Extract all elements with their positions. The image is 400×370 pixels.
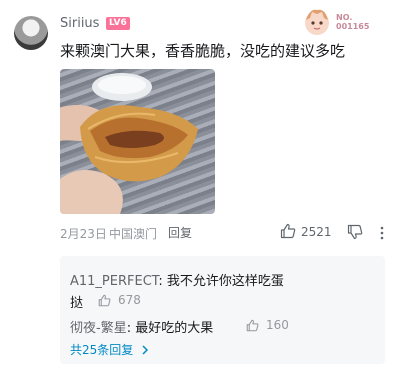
sub-reply-username[interactable]: 彻夜-繁星 — [70, 321, 127, 336]
sub-reply-text: 最好吃的大果 — [135, 321, 214, 336]
chevron-right-icon — [142, 345, 149, 355]
comment-location: 中国澳门 — [109, 227, 158, 241]
comment-username[interactable]: Siriius — [60, 16, 99, 31]
user-avatar[interactable] — [14, 16, 48, 50]
sub-reply-1[interactable]: A11_PERFECT: 我不允许你这样吃蛋 — [70, 270, 284, 289]
sub-reply-text: 挞 — [70, 296, 84, 311]
sub-reply-2[interactable]: 彻夜-繁星: 最好吃的大果 — [70, 317, 213, 336]
thumbs-up-icon[interactable] — [280, 223, 296, 239]
thumbs-up-icon[interactable] — [246, 319, 259, 332]
comment-date: 2月23日 — [60, 227, 107, 241]
fan-badge-no-value: 001165 — [336, 22, 370, 31]
view-all-replies-link[interactable]: 共25条回复 — [70, 341, 149, 358]
fan-badge-icon — [305, 9, 329, 35]
fan-badge-number: NO. 001165 — [336, 13, 369, 31]
more-icon[interactable] — [378, 225, 386, 241]
sub-reply-like-count: 160 — [266, 318, 289, 332]
comment-text: 来颗澳门大果，香香脆脆，没吃的建议多吃 — [60, 42, 346, 60]
reply-button[interactable]: 回复 — [168, 224, 192, 241]
fan-badge-no-label: NO. — [336, 13, 353, 22]
egg-tart-photo — [60, 73, 198, 214]
sub-reply-colon: : — [126, 321, 136, 336]
sub-reply-1-continued: 挞 — [70, 292, 83, 311]
comment-image[interactable] — [60, 69, 215, 214]
sub-reply-colon: : — [158, 274, 167, 289]
total-replies-label: 共25条回复 — [70, 343, 134, 357]
sub-reply-username[interactable]: A11_PERFECT — [70, 274, 158, 289]
like-count: 2521 — [301, 225, 332, 239]
thumbs-up-icon[interactable] — [98, 294, 111, 307]
sub-reply-like-count: 678 — [118, 293, 141, 307]
sub-replies-panel: A11_PERFECT: 我不允许你这样吃蛋 挞 678 彻夜-繁星: 最好吃的… — [60, 256, 385, 364]
level-badge: LV6 — [106, 17, 130, 30]
sub-reply-text: 我不允许你这样吃蛋 — [166, 274, 284, 289]
thumbs-down-icon[interactable] — [347, 224, 363, 240]
